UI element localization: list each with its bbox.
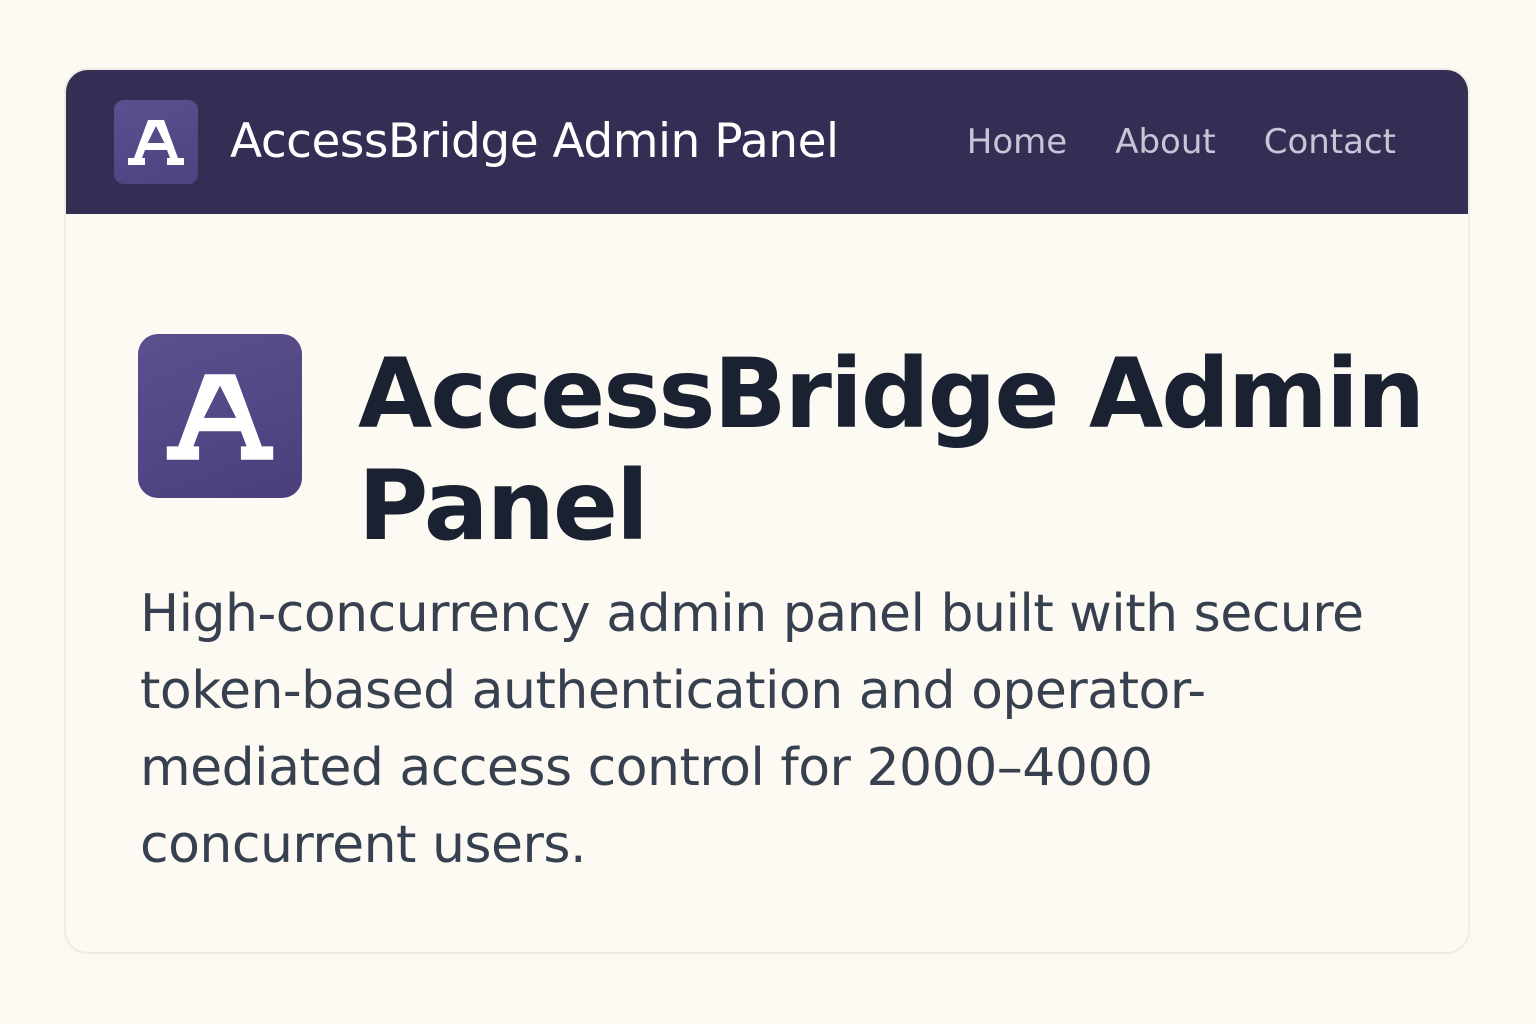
nav-link-about[interactable]: About bbox=[1115, 120, 1216, 164]
navbar-links: Home About Contact bbox=[967, 120, 1396, 164]
letter-a-logo-icon bbox=[128, 120, 184, 165]
nav-link-contact[interactable]: Contact bbox=[1264, 120, 1396, 164]
navbar-logo[interactable] bbox=[114, 100, 198, 184]
navbar-app-title: AccessBridge Admin Panel bbox=[230, 114, 839, 169]
page-title: AccessBridge Admin Panel bbox=[358, 338, 1425, 562]
letter-a-logo-icon bbox=[166, 374, 274, 460]
nav-link-home[interactable]: Home bbox=[967, 120, 1067, 164]
top-navbar: AccessBridge Admin Panel Home About Cont… bbox=[66, 70, 1468, 214]
main-card: AccessBridge Admin Panel Home About Cont… bbox=[64, 68, 1470, 954]
hero-logo bbox=[138, 334, 302, 498]
page-description: High-concurrency admin panel built with … bbox=[140, 584, 1364, 875]
